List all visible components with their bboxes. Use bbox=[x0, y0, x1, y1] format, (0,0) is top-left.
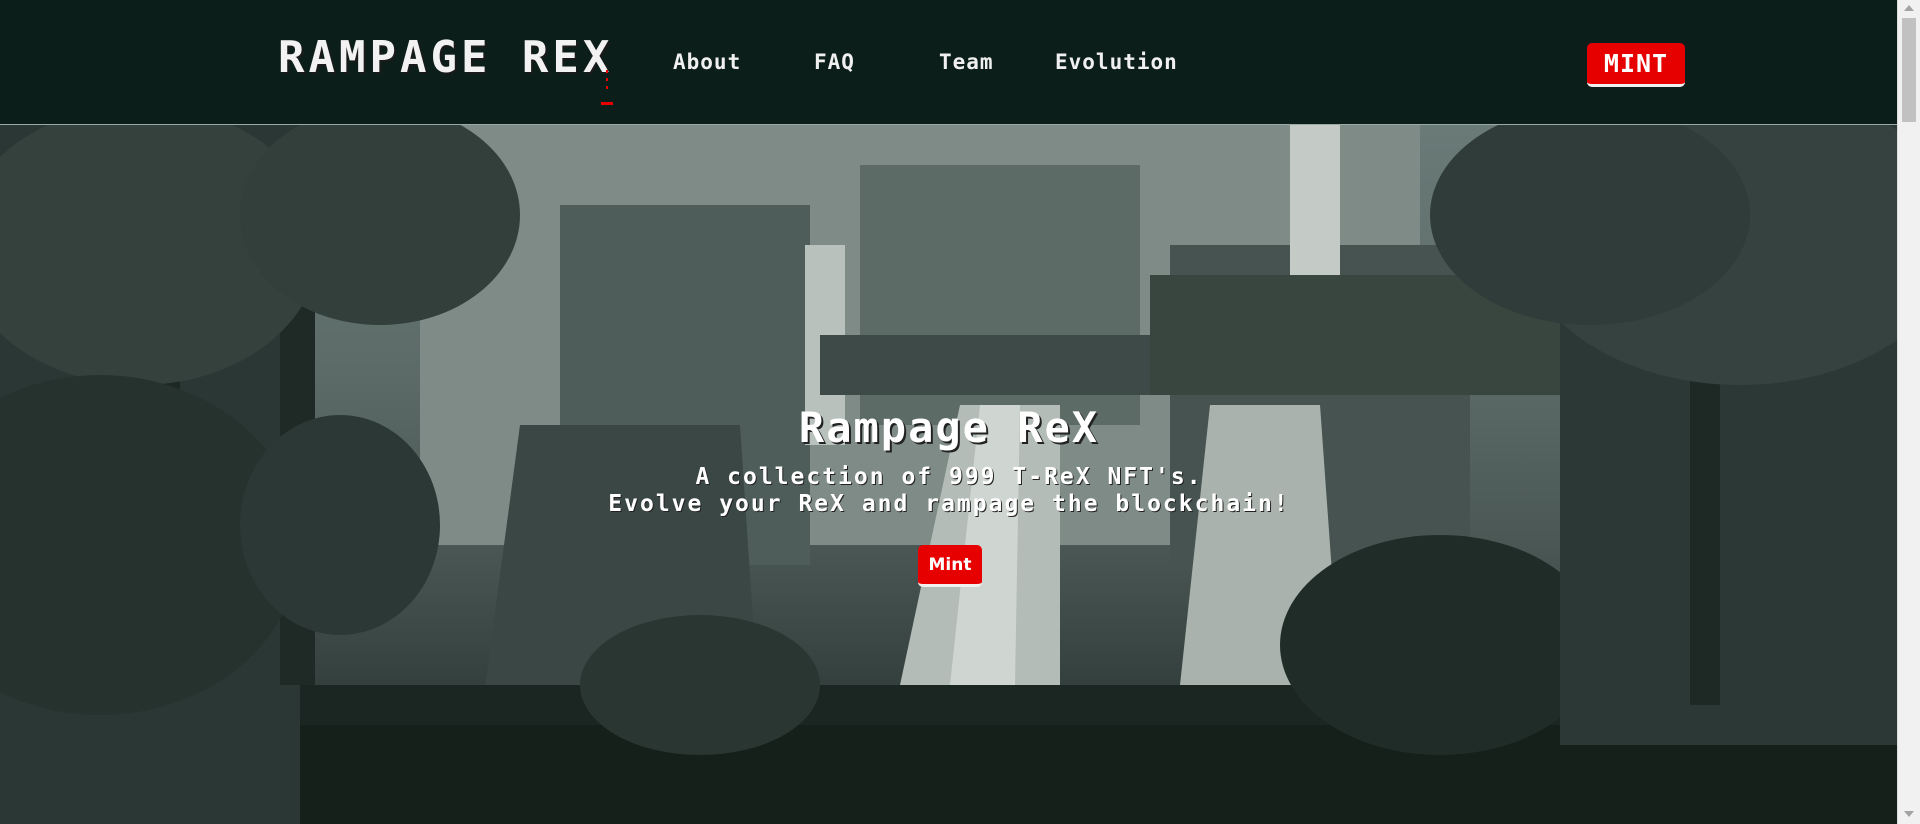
logo-cursor-icon bbox=[601, 70, 613, 105]
nav-link-team[interactable]: Team bbox=[939, 50, 994, 74]
chevron-down-icon[interactable] bbox=[1898, 806, 1920, 822]
site-logo[interactable]: RAMPAGE REX bbox=[278, 36, 613, 80]
chevron-up-icon[interactable] bbox=[1898, 0, 1920, 16]
nav-link-evolution[interactable]: Evolution bbox=[1055, 50, 1178, 74]
nav-link-faq[interactable]: FAQ bbox=[814, 50, 855, 74]
mint-button-hero[interactable]: Mint bbox=[918, 545, 982, 587]
vertical-scrollbar[interactable] bbox=[1897, 0, 1920, 824]
hero-subtitle-line2: Evolve your ReX and rampage the blockcha… bbox=[608, 491, 1290, 517]
navbar: RAMPAGE REX About FAQ Team Evolution MIN… bbox=[0, 0, 1898, 125]
mint-button-header[interactable]: MINT bbox=[1587, 43, 1685, 87]
hero-subtitle-line1: A collection of 999 T-ReX NFT's. bbox=[695, 464, 1203, 490]
nav-link-about[interactable]: About bbox=[673, 50, 741, 74]
hero-title: Rampage ReX bbox=[798, 403, 1100, 452]
page: RAMPAGE REX About FAQ Team Evolution MIN… bbox=[0, 0, 1920, 824]
hero-section: Rampage ReX A collection of 999 T-ReX NF… bbox=[0, 125, 1898, 824]
scrollbar-thumb[interactable] bbox=[1902, 18, 1916, 122]
